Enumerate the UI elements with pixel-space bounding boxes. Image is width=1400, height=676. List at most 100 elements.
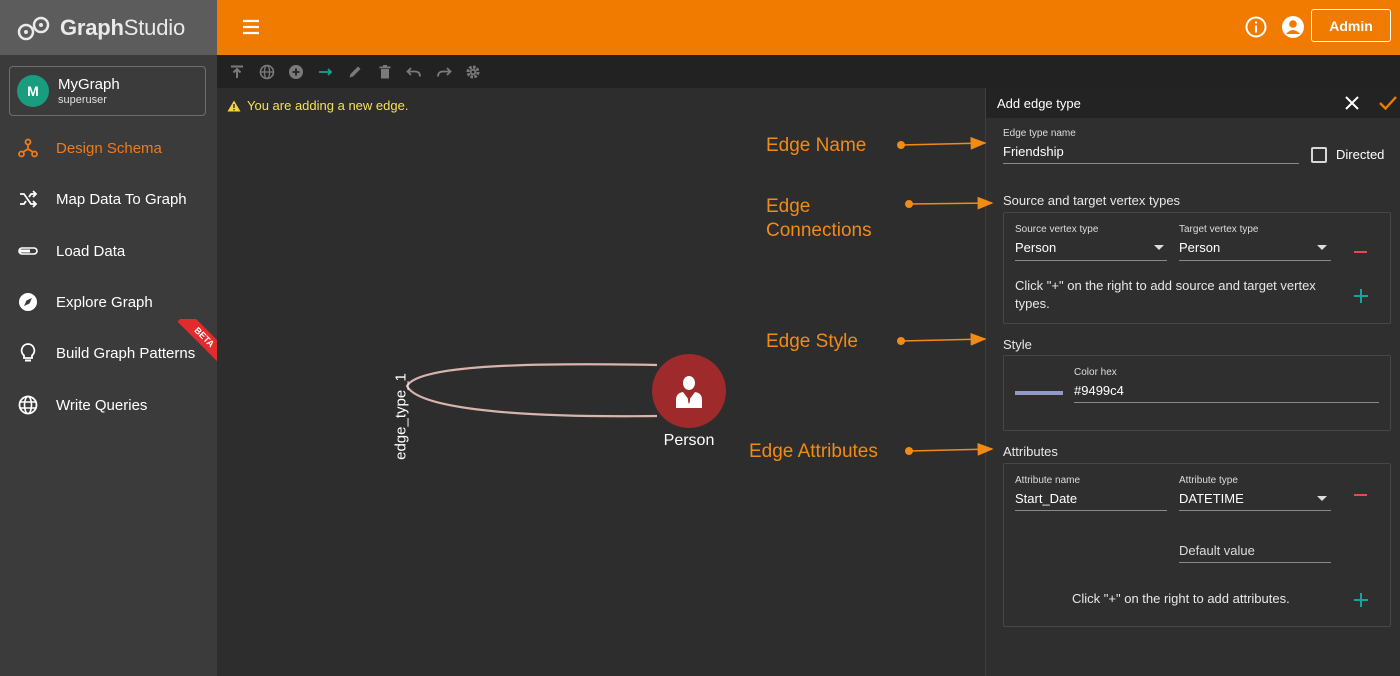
nav-item-map-data[interactable]: Map Data To Graph [0, 179, 217, 219]
logo-text-light: Studio [123, 14, 185, 40]
attributes-title: Attributes [1003, 444, 1058, 459]
new-edge-warning: You are adding a new edge. [227, 98, 408, 113]
attribute-type-label: Attribute type [1179, 475, 1238, 486]
directed-checkbox[interactable] [1311, 147, 1327, 163]
remove-connection-icon[interactable] [1354, 251, 1367, 253]
attributes-box: Attribute name Start_Date Attribute type… [1003, 463, 1391, 627]
style-box: Color hex #9499c4 [1003, 355, 1391, 431]
sidebar: GraphStudio M MyGraph superuser Design S… [0, 0, 218, 676]
edit-icon[interactable] [344, 61, 366, 83]
directed-label: Directed [1336, 147, 1385, 162]
attribute-type-select[interactable]: DATETIME [1179, 491, 1244, 506]
attribute-type-dropdown-icon[interactable] [1317, 496, 1327, 501]
nav-item-write-queries[interactable]: Write Queries [0, 385, 217, 425]
redo-icon[interactable] [433, 61, 455, 83]
attributes-hint: Click "+" on the right to add attributes… [1072, 591, 1290, 606]
vertex-person[interactable] [652, 354, 726, 428]
account-icon[interactable] [1281, 15, 1305, 39]
annotation-edge-attributes: Edge Attributes [749, 441, 878, 462]
default-value-input[interactable]: Default value [1179, 543, 1255, 558]
target-vertex-select[interactable]: Person [1179, 240, 1220, 255]
vertex-label: Person [663, 432, 715, 449]
globe-icon [17, 394, 39, 416]
graph-selector[interactable]: M MyGraph superuser [9, 66, 206, 116]
remove-attribute-icon[interactable] [1354, 494, 1367, 496]
warning-text: You are adding a new edge. [247, 98, 409, 113]
add-vertex-icon[interactable] [285, 61, 307, 83]
panel-header: Add edge type [986, 88, 1400, 118]
top-bar: Admin [217, 0, 1400, 55]
add-attribute-icon[interactable] [1353, 592, 1369, 608]
color-hex-underline [1074, 402, 1379, 403]
logo-text: GraphStudio [60, 15, 185, 41]
logo[interactable]: GraphStudio [0, 0, 217, 55]
graph-canvas[interactable]: You are adding a new edge. edge_type_1 P… [217, 88, 984, 676]
undo-icon[interactable] [403, 61, 425, 83]
attribute-name-input[interactable]: Start_Date [1015, 491, 1077, 506]
add-connection-icon[interactable] [1353, 288, 1369, 304]
nav-label-load-data: Load Data [56, 242, 126, 260]
edge-type-name-label: Edge type name [1003, 128, 1076, 139]
annotation-edge-name: Edge Name [766, 135, 867, 156]
compass-icon [17, 291, 39, 313]
connections-title: Source and target vertex types [1003, 193, 1181, 208]
source-dropdown-icon[interactable] [1154, 245, 1164, 250]
nav-item-build-patterns[interactable]: Build Graph Patterns BETA [0, 319, 218, 373]
default-value-underline [1179, 562, 1331, 563]
warning-icon [227, 100, 241, 111]
nav-label-explore-graph: Explore Graph [56, 293, 153, 311]
shuffle-icon [17, 188, 39, 210]
graph-meta: MyGraph superuser [58, 77, 120, 106]
nav-item-load-data[interactable]: Load Data [0, 231, 217, 271]
nav-label-design-schema: Design Schema [56, 139, 162, 157]
close-icon[interactable] [1343, 94, 1361, 112]
annotation-edge-connections-2: Connections [766, 220, 872, 241]
graphstudio-logo-icon [17, 16, 50, 40]
graph-user: superuser [58, 93, 107, 106]
person-icon [676, 376, 702, 408]
schema-toolbar [217, 55, 1400, 88]
load-icon [17, 240, 39, 262]
annotation-edge-connections-1: Edge [766, 196, 811, 217]
attribute-type-underline [1179, 510, 1331, 511]
attribute-name-label: Attribute name [1015, 475, 1081, 486]
attribute-name-underline [1015, 510, 1167, 511]
info-icon[interactable] [1245, 16, 1267, 38]
edge-type-name-input[interactable]: Friendship [1003, 144, 1064, 159]
color-hex-input[interactable]: #9499c4 [1074, 383, 1124, 398]
beta-badge-text: BETA [177, 319, 218, 363]
target-vertex-label: Target vertex type [1179, 224, 1259, 235]
nav-label-map-data: Map Data To Graph [56, 190, 187, 208]
upload-icon[interactable] [226, 61, 248, 83]
schema-icon [17, 137, 39, 159]
confirm-check-icon[interactable] [1378, 94, 1398, 112]
nav-item-design-schema[interactable]: Design Schema [0, 128, 217, 168]
logo-text-bold: Graph [60, 14, 124, 40]
menu-icon[interactable] [241, 17, 261, 37]
panel-title: Add edge type [997, 95, 1081, 111]
settings-icon[interactable] [462, 61, 484, 83]
color-hex-label: Color hex [1074, 367, 1117, 378]
delete-icon[interactable] [374, 61, 396, 83]
source-vertex-label: Source vertex type [1015, 224, 1099, 235]
style-title: Style [1003, 337, 1032, 352]
add-edge-icon[interactable] [315, 61, 337, 83]
color-swatch[interactable] [1015, 391, 1063, 395]
edge-type-name-underline [1003, 163, 1299, 164]
add-edge-panel: Add edge type Edge type name Friendship … [985, 88, 1400, 676]
connections-hint: Click "+" on the right to add source and… [1015, 278, 1316, 311]
graph-name: MyGraph [58, 75, 120, 93]
nav-label-write-queries: Write Queries [56, 396, 148, 414]
globe-icon[interactable] [256, 61, 278, 83]
target-dropdown-icon[interactable] [1317, 245, 1327, 250]
app-root: GraphStudio M MyGraph superuser Design S… [0, 0, 1400, 676]
source-vertex-select[interactable]: Person [1015, 240, 1056, 255]
admin-button[interactable]: Admin [1311, 9, 1391, 42]
nav-item-explore-graph[interactable]: Explore Graph [0, 282, 217, 322]
edge-label[interactable]: edge_type_1 [393, 367, 410, 467]
connections-box: Source vertex type Person Target vertex … [1003, 212, 1391, 324]
lightbulb-icon [17, 342, 39, 364]
edge-loop[interactable] [377, 348, 677, 438]
source-underline [1015, 260, 1167, 261]
annotation-edge-style: Edge Style [766, 331, 858, 352]
